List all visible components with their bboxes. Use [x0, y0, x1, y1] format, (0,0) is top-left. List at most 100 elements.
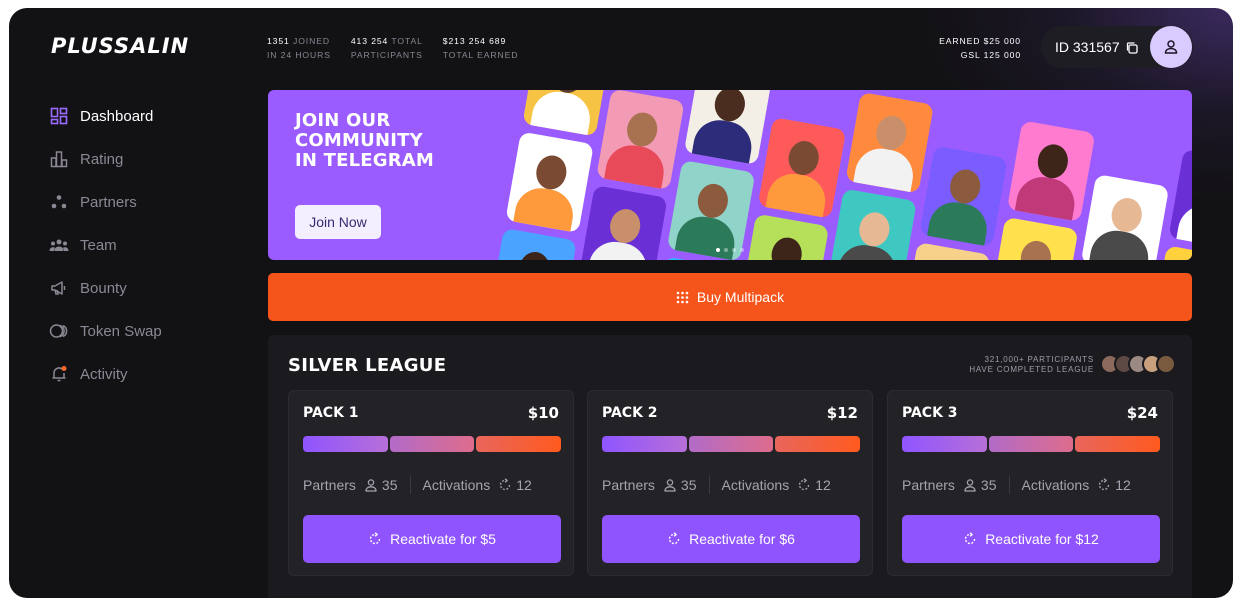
pack-progress-bar — [303, 436, 562, 452]
partners-count: 35 — [381, 477, 398, 493]
banner-title-line: JOIN OUR — [295, 110, 391, 131]
partners-icon — [49, 192, 69, 212]
divider — [708, 476, 710, 494]
community-photo — [666, 159, 756, 260]
pack-name: PACK 2 — [602, 405, 658, 421]
community-photo — [740, 213, 830, 260]
copy-icon[interactable] — [1125, 41, 1139, 55]
reactivate-button[interactable]: Reactivate for $6 — [602, 515, 860, 563]
reactivate-button[interactable]: Reactivate for $12 — [902, 515, 1160, 563]
stat-value: 1351 — [267, 36, 290, 46]
community-photo — [505, 131, 594, 233]
progress-segment — [476, 436, 562, 452]
carousel-dot[interactable] — [716, 248, 720, 252]
carousel-dots[interactable] — [716, 248, 744, 252]
buy-multipack-label: Buy Multipack — [696, 289, 785, 305]
pack-progress-bar — [602, 436, 861, 452]
sidebar-item-token-swap[interactable]: Token Swap — [49, 319, 239, 343]
sidebar-item-rating[interactable]: Rating — [49, 147, 239, 171]
sidebar-item-label: Activity — [80, 365, 128, 383]
stat-label: TOTAL — [391, 36, 423, 46]
community-photo — [828, 188, 917, 260]
pack-name: PACK 1 — [303, 405, 359, 421]
community-photo — [845, 91, 934, 194]
community-photo — [683, 90, 773, 165]
pack-card: PACK 3 $24 Partners 35 Activations 12 Re… — [887, 390, 1173, 576]
user-icon — [1164, 40, 1178, 54]
partners-label: Partners — [602, 477, 655, 493]
progress-segment — [902, 436, 987, 452]
progress-segment — [688, 436, 774, 452]
activations-label: Activations — [422, 477, 491, 493]
community-photo — [919, 145, 1008, 248]
community-photo — [596, 90, 685, 191]
dashboard-icon — [49, 106, 69, 126]
activations-count: 12 — [815, 477, 831, 493]
divider — [1008, 476, 1010, 494]
buy-multipack-button[interactable]: Buy Multipack — [268, 273, 1192, 321]
completed-line: HAVE COMPLETED LEAGUE — [969, 365, 1094, 374]
header-stats: 1351 JOINED IN 24 HOURS 413 254 TOTAL PA… — [267, 34, 518, 62]
sidebar-item-partners[interactable]: Partners — [49, 190, 239, 214]
sidebar-item-dashboard[interactable]: Dashboard — [49, 104, 239, 128]
sidebar-item-label: Team — [80, 236, 117, 254]
refresh-icon — [498, 478, 512, 492]
earned-amount: EARNED $25 000 — [939, 36, 1021, 46]
stat-label: JOINED — [293, 36, 330, 46]
join-now-button[interactable]: Join Now — [295, 205, 381, 239]
partners-label: Partners — [902, 477, 955, 493]
activations-label: Activations — [1021, 477, 1090, 493]
refresh-icon — [797, 478, 811, 492]
banner-title-line: COMMUNITY — [295, 130, 423, 151]
stat-label: TOTAL EARNED — [442, 50, 519, 60]
refresh-icon — [965, 532, 976, 545]
earnings-summary: EARNED $25 000 GSL 125 000 — [909, 34, 1021, 62]
completed-line: 321,000+ PARTICIPANTS — [984, 355, 1094, 364]
swap-icon — [49, 321, 69, 341]
banner-title-line: IN TELEGRAM — [295, 150, 435, 171]
activations-count: 12 — [516, 477, 532, 493]
activations-label: Activations — [721, 477, 790, 493]
stat-participants: 413 254 TOTAL PARTICIPANTS — [351, 34, 423, 62]
divider — [409, 476, 411, 494]
pack-stats: Partners 35 Activations 12 — [902, 476, 1160, 494]
user-icon — [963, 478, 977, 492]
carousel-dot[interactable] — [732, 248, 736, 252]
sidebar-item-team[interactable]: Team — [49, 233, 239, 257]
reactivate-button[interactable]: Reactivate for $5 — [303, 515, 561, 563]
telegram-banner: JOIN OUR COMMUNITY IN TELEGRAM Join Now — [268, 90, 1192, 260]
reactivate-label: Reactivate for $12 — [985, 531, 1099, 547]
community-photo — [1168, 148, 1192, 251]
community-photo — [757, 117, 847, 219]
sidebar-item-bounty[interactable]: Bounty — [49, 276, 239, 300]
community-photo — [522, 90, 611, 137]
progress-segment — [988, 436, 1074, 452]
pack-progress-bar — [902, 436, 1161, 452]
user-avatar-button[interactable] — [1150, 26, 1192, 68]
silver-league-section: SILVER LEAGUE 321,000+ PARTICIPANTS HAVE… — [268, 335, 1192, 598]
app-window: PLUSSALIN 1351 JOINED IN 24 HOURS 413 25… — [9, 8, 1233, 598]
reactivate-label: Reactivate for $6 — [689, 531, 795, 547]
pack-card: PACK 2 $12 Partners 35 Activations 12 Re… — [587, 390, 873, 576]
refresh-icon — [369, 532, 381, 545]
sidebar-item-activity[interactable]: Activity — [49, 362, 239, 386]
carousel-dot[interactable] — [740, 248, 744, 252]
stat-joined: 1351 JOINED IN 24 HOURS — [267, 34, 331, 62]
pack-price: $24 — [1126, 404, 1158, 422]
activations-count: 12 — [1115, 477, 1131, 493]
user-icon — [364, 478, 378, 492]
refresh-icon — [668, 532, 680, 545]
stat-earned: $213 254 689 TOTAL EARNED — [443, 34, 519, 62]
community-photo-mosaic — [486, 90, 1192, 260]
pack-stats: Partners 35 Activations 12 — [303, 476, 561, 494]
pack-price: $12 — [826, 404, 858, 422]
pack-name: PACK 3 — [902, 405, 958, 421]
carousel-dot[interactable] — [724, 248, 728, 252]
user-icon — [663, 478, 677, 492]
gsl-amount: GSL 125 000 — [960, 50, 1021, 60]
progress-segment — [303, 436, 388, 452]
sidebar-item-label: Rating — [80, 150, 124, 168]
brand-logo[interactable]: PLUSSALIN — [51, 34, 189, 58]
sidebar-item-label: Dashboard — [80, 107, 154, 125]
stat-value: $213 254 689 — [442, 36, 507, 46]
